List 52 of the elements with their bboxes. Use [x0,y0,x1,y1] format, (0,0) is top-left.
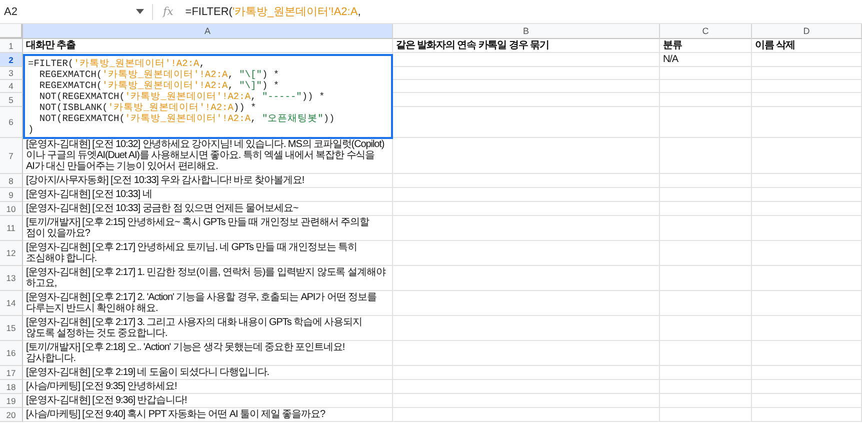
row-number[interactable]: 8 [0,174,23,188]
row-number[interactable]: 18 [0,380,23,394]
column-header[interactable]: A [23,24,393,39]
formula-line: REGEXMATCH('카톡방_원본데이터'!A2:A, "\[") * [38,69,280,80]
row-number[interactable]: 5 [0,93,23,107]
row-number[interactable]: 15 [0,316,23,341]
table-cell: [운영자-김대현] [오전 10:33] 궁금한 점 있으면 언제든 물어보세요~ [23,202,393,216]
row-number[interactable]: 11 [0,216,23,241]
row-number[interactable]: 16 [0,341,23,366]
table-cell: [운영자-김대현] [오후 2:17] 안녕하세요 토끼님. 네 GPTs 만들 때 개인정보는 특히 조심해야 합니다. [23,241,393,266]
table-cell: N/A [660,53,752,67]
table-cell: [운영자-김대현] [오후 2:17] 1. 민감한 정보(이름, 연락처 등)를 입력받지 않도록 설계해야 하고요, [23,266,393,291]
column-title: 같은 발화자의 연속 카톡일 경우 묶기 [393,39,660,53]
formula-line: NOT(ISBLANK('카톡방_원본데이터'!A2:A)) * [38,102,258,113]
table-cell: [토끼/개발자] [오후 2:18] 오.. 'Action' 기능은 생각 못했는데 중요한 포인트네요! 감사합니다. [23,341,393,366]
formula-input[interactable]: =FILTER('카톡방_원본데이터'!A2:A, [185,4,361,19]
row-number[interactable]: 20 [0,408,23,422]
fx-icon: fx [163,5,174,18]
row-number[interactable]: 14 [0,291,23,316]
formula-line: NOT(REGEXMATCH('카톡방_원본데이터'!A2:A, "오픈채팅봇")) [38,113,336,124]
row-number[interactable]: 13 [0,266,23,291]
column-header[interactable]: B [393,24,660,39]
row-number[interactable]: 10 [0,202,23,216]
row-number[interactable]: 19 [0,394,23,408]
table-cell: [강아지/사무자동화] [오전 10:33] 우와 감사합니다! 바로 찾아볼게요! [23,174,393,188]
table-cell: [운영자-김대현] [오전 10:33] 네 [23,188,393,202]
table-cell: [운영자-김대현] [오후 2:17] 3. 그리고 사용자의 대화 내용이 GPTs 학습에 사용되지 않도록 설정하는 것도 중요합니다. [23,316,393,341]
formula-line: ) [28,124,35,135]
row-number[interactable]: 7 [0,138,23,174]
row-number[interactable]: 2 [0,53,23,67]
column-title: 이름 삭제 [752,39,862,53]
column-header[interactable]: C [660,24,752,39]
column-title: 분류 [660,39,752,53]
row-number[interactable]: 9 [0,188,23,202]
row-number[interactable]: 17 [0,366,23,380]
row-number[interactable]: 3 [0,67,23,80]
row-number[interactable]: 6 [0,107,23,138]
table-cell: [사슴/마케팅] [오전 9:40] 혹시 PPT 자동화는 어떤 AI 툴이 제일 좋을까요? [23,408,393,422]
row-number[interactable]: 1 [0,39,23,53]
formula-line: NOT(REGEXMATCH('카톡방_원본데이터'!A2:A, "-----")) * [38,91,326,102]
name-box[interactable]: A2 [0,4,153,20]
formula-line: =FILTER('카톡방_원본데이터'!A2:A, [28,58,206,69]
formula-line: REGEXMATCH('카톡방_원본데이터'!A2:A, "\]") * [38,80,280,91]
table-cell: [운영자-김대현] [오전 9:36] 반갑습니다! [23,394,393,408]
table-cell: [토끼/개발자] [오후 2:15] 안녕하세요~ 혹시 GPTs 만들 때 개인정보 관련해서 주의할 점이 있을까요? [23,216,393,241]
table-cell: [사슴/마케팅] [오전 9:35] 안녕하세요! [23,380,393,394]
table-cell: [운영자-김대현] [오후 2:19] 네 도움이 되셨다니 다행입니다. [23,366,393,380]
row-number[interactable]: 4 [0,80,23,93]
column-title: 대화만 추출 [23,39,393,53]
table-cell: [운영자-김대현] [오후 2:17] 2. 'Action' 기능을 사용할 경우, 호출되는 API가 어떤 정보를 다루는지 반드시 확인해야 해요. [23,291,393,316]
row-number[interactable]: 12 [0,241,23,266]
column-header[interactable]: D [752,24,862,39]
